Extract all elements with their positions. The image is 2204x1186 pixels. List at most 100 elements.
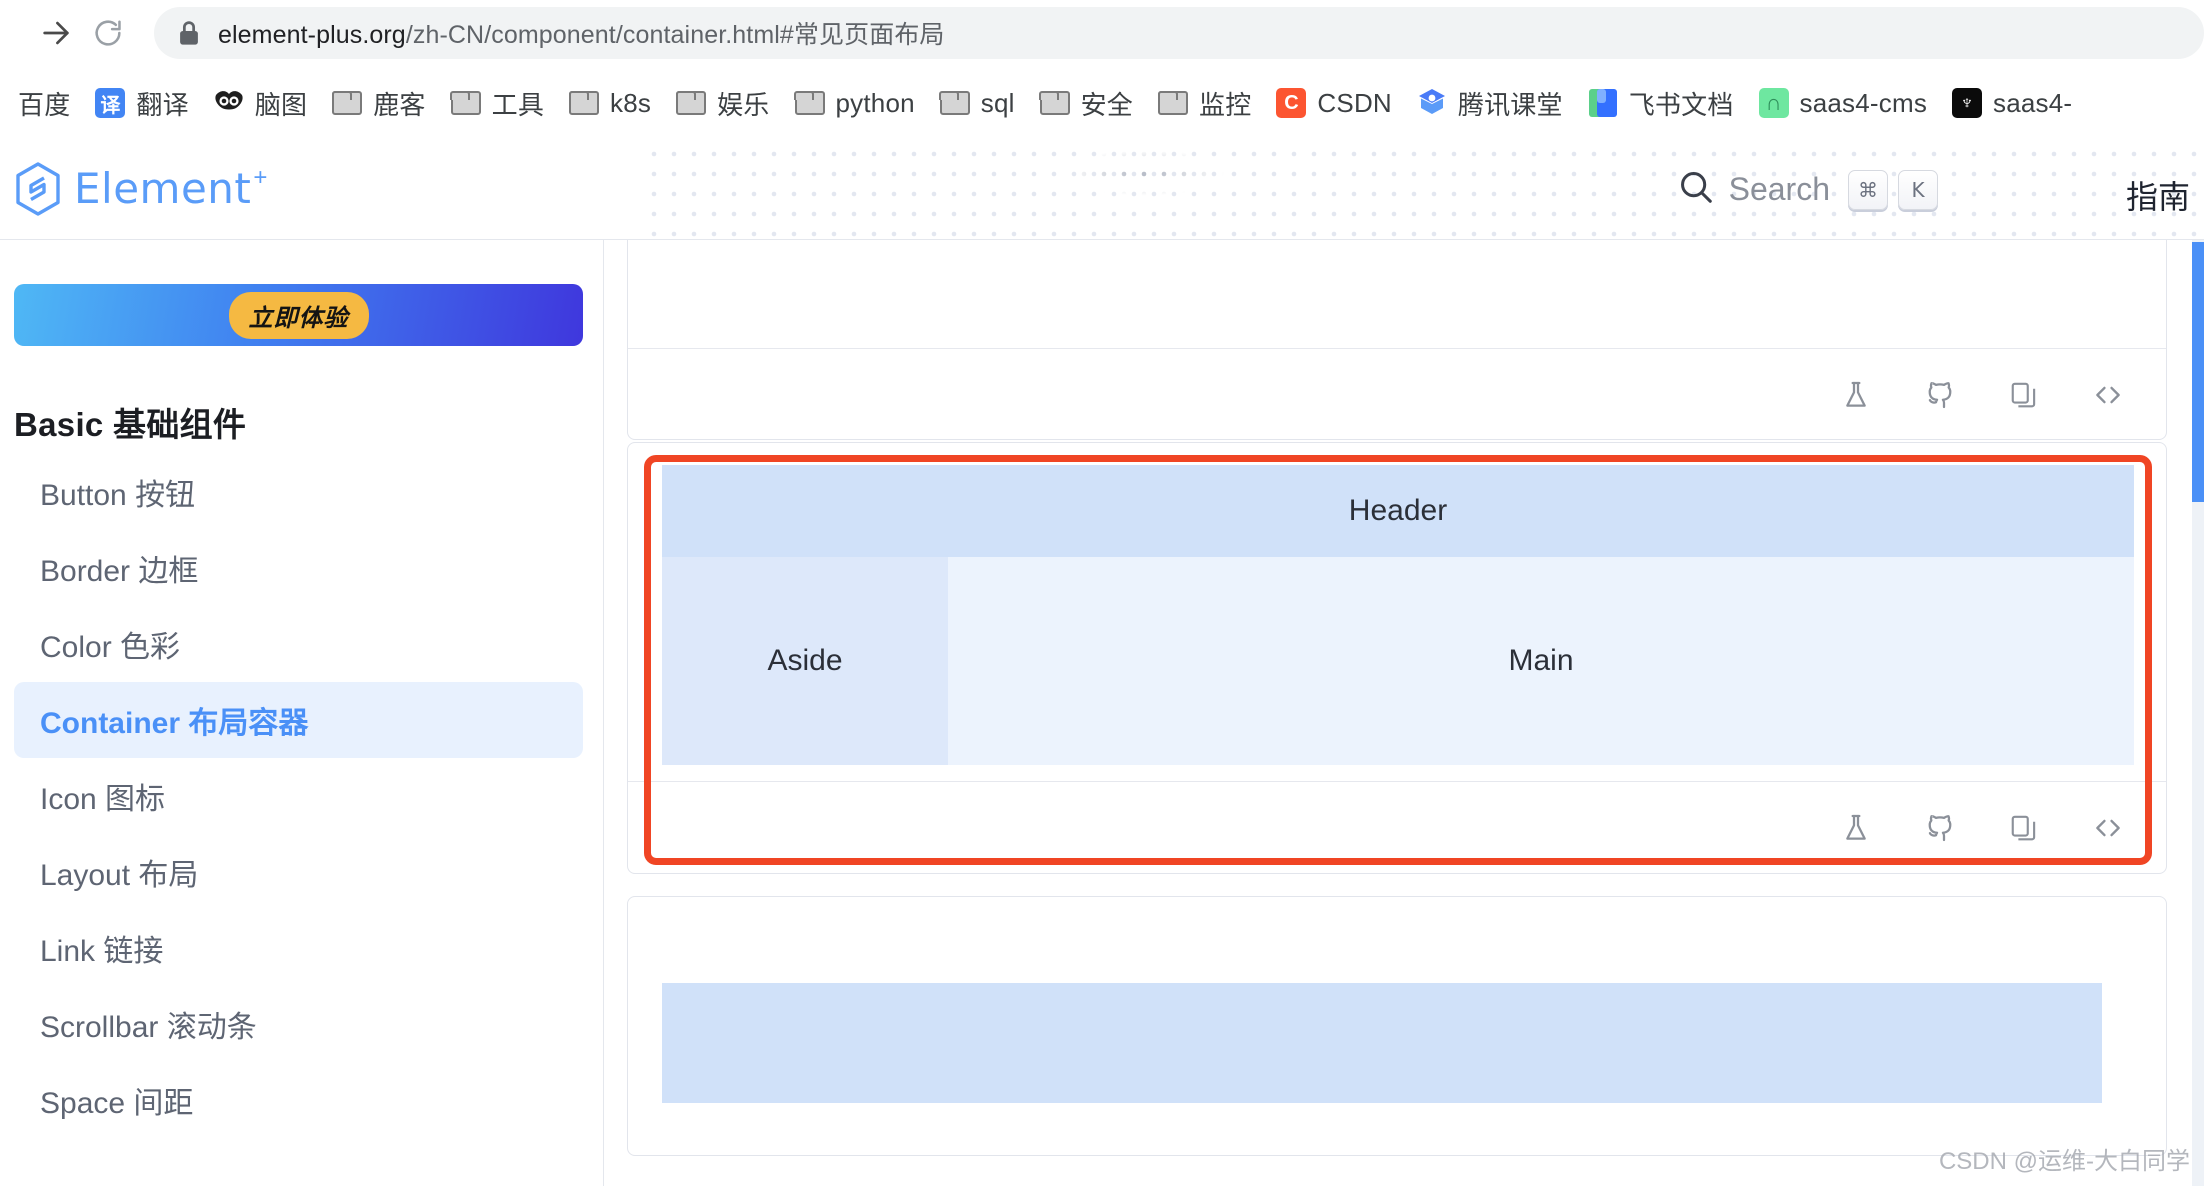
bookmark-item[interactable]: 译翻译 — [82, 79, 200, 127]
arrow-right-icon — [39, 16, 73, 50]
bookmark-label: 翻译 — [136, 89, 189, 120]
folder-icon — [1157, 87, 1189, 119]
sidebar-item-button[interactable]: Button 按钮 — [14, 454, 583, 530]
sidebar-item-link[interactable]: Link 链接 — [14, 910, 583, 986]
site-favicon: C — [1275, 87, 1307, 119]
demo-aside-block: Aside — [662, 557, 948, 765]
demo-header-block — [662, 983, 2102, 1103]
search-button[interactable]: Search ⌘ K — [1677, 168, 1948, 211]
site-favicon: ♆ — [1951, 87, 1983, 119]
bookmark-label: 飞书文档 — [1628, 89, 1734, 120]
sidebar-item-label: Space 间距 — [40, 1087, 194, 1120]
bookmark-item[interactable]: ♆ saas4- — [1939, 79, 2084, 127]
omnibox[interactable]: element-plus.org/zh-CN/component/contain… — [154, 7, 2204, 59]
bookmark-item[interactable]: 安全 — [1027, 79, 1145, 127]
reload-icon — [92, 17, 124, 49]
flask-icon[interactable] — [1836, 808, 1876, 848]
bookmark-label: 安全 — [1080, 89, 1134, 120]
search-placeholder: Search — [1728, 171, 1830, 207]
bookmark-item[interactable]: 监控 — [1145, 79, 1263, 127]
folder-icon — [331, 87, 363, 119]
nav-item-guide[interactable]: 指南 — [2126, 172, 2190, 218]
code-icon[interactable] — [2088, 808, 2128, 848]
bookmark-label: 脑图 — [254, 89, 308, 120]
bookmark-item[interactable]: sql — [927, 79, 1027, 127]
bookmark-item[interactable]: k8s — [556, 79, 663, 127]
site-logo-plus: + — [253, 164, 268, 191]
bookmark-label: k8s — [610, 87, 652, 118]
demo-aside-label: Aside — [767, 644, 843, 677]
lock-icon — [178, 20, 200, 46]
flask-icon[interactable] — [1836, 375, 1876, 415]
page-scrollbar-thumb[interactable] — [2192, 242, 2204, 502]
bookmark-item[interactable]: 鹿客 — [319, 79, 437, 127]
bookmark-label: CSDN — [1317, 87, 1392, 118]
promo-banner[interactable]: 立即体验 — [14, 284, 583, 346]
browser-chrome: element-plus.org/zh-CN/component/contain… — [0, 0, 2204, 140]
folder-icon — [1039, 87, 1071, 119]
demo-main-label: Main — [1508, 644, 1574, 677]
sidebar-group-title: Basic 基础组件 — [14, 406, 247, 443]
bookmark-item[interactable]: 腾讯课堂 — [1404, 79, 1575, 127]
bookmark-label: saas4- — [1993, 87, 2073, 118]
bookmark-label: sql — [980, 87, 1015, 118]
container-demo: Header Aside Main — [662, 465, 2134, 765]
promo-pill-label[interactable]: 立即体验 — [228, 291, 369, 339]
forward-button[interactable] — [30, 7, 82, 59]
sidebar-item-list: Button 按钮 Border 边框 Color 色彩 Container 布局容器… — [0, 454, 603, 1138]
reload-button[interactable] — [82, 7, 134, 59]
bookmark-label: 工具 — [491, 89, 545, 120]
sidebar-item-label: Color 色彩 — [40, 631, 181, 664]
demo-card-highlighted: Header Aside Main — [627, 442, 2167, 874]
bookmark-item[interactable]: ∩ saas4-cms — [1746, 79, 1940, 127]
tencent-classroom-icon — [1416, 87, 1448, 119]
main-content: Header Aside Main — [605, 240, 2204, 1186]
brain-map-icon — [213, 87, 245, 119]
sidebar-item-label: Link 链接 — [40, 935, 164, 968]
site-logo[interactable]: Element + — [14, 162, 268, 221]
omnibox-url: element-plus.org/zh-CN/component/contain… — [218, 15, 945, 51]
sidebar-item-space[interactable]: Space 间距 — [14, 1062, 583, 1138]
sidebar-item-label: Button 按钮 — [40, 479, 196, 512]
bookmark-label: 鹿客 — [373, 89, 426, 120]
site-logo-text: Element — [74, 164, 252, 213]
demo-card — [627, 240, 2167, 440]
bookmark-label: 百度 — [18, 89, 71, 120]
bookmark-item[interactable]: 脑图 — [201, 79, 319, 127]
sidebar-item-container[interactable]: Container 布局容器 — [14, 682, 583, 758]
sidebar-item-label: Scrollbar 滚动条 — [40, 1011, 257, 1044]
bookmark-item[interactable]: 百度 — [6, 79, 82, 127]
demo-toolbar — [628, 781, 2166, 873]
sidebar-item-label: Container 布局容器 — [40, 707, 309, 740]
github-icon[interactable] — [1920, 375, 1960, 415]
demo-main-block: Main — [948, 557, 2134, 765]
demo-toolbar — [628, 348, 2166, 439]
sidebar-item-label: Border 边框 — [40, 555, 199, 588]
sidebar-item-color[interactable]: Color 色彩 — [14, 606, 583, 682]
folder-icon — [675, 87, 707, 119]
sidebar-item-label: Layout 布局 — [40, 859, 199, 892]
sidebar-item-layout[interactable]: Layout 布局 — [14, 834, 583, 910]
folder-icon — [794, 87, 826, 119]
copy-icon[interactable] — [2004, 375, 2044, 415]
copy-icon[interactable] — [2004, 808, 2044, 848]
feishu-docs-icon — [1587, 87, 1619, 119]
kbd-command: ⌘ — [1848, 169, 1888, 210]
sidebar-item-border[interactable]: Border 边框 — [14, 530, 583, 606]
watermark: CSDN @运维-大白同学 — [1938, 1148, 2190, 1175]
bookmark-item[interactable]: 飞书文档 — [1575, 79, 1746, 127]
bookmark-label: 娱乐 — [717, 89, 770, 120]
sidebar-item-icon[interactable]: Icon 图标 — [14, 758, 583, 834]
folder-icon — [939, 87, 971, 119]
sidebar-item-scrollbar[interactable]: Scrollbar 滚动条 — [14, 986, 583, 1062]
bookmark-item[interactable]: 娱乐 — [663, 79, 781, 127]
bookmark-label: python — [835, 87, 915, 118]
bookmark-item[interactable]: C CSDN — [1263, 79, 1403, 127]
bookmark-item[interactable]: python — [782, 79, 927, 127]
github-icon[interactable] — [1920, 808, 1960, 848]
code-icon[interactable] — [2088, 375, 2128, 415]
demo-header-label: Header — [1348, 494, 1448, 527]
demo-card — [627, 896, 2167, 1156]
bookmark-item[interactable]: 工具 — [438, 79, 556, 127]
browser-nav-bar: element-plus.org/zh-CN/component/contain… — [0, 0, 2204, 66]
